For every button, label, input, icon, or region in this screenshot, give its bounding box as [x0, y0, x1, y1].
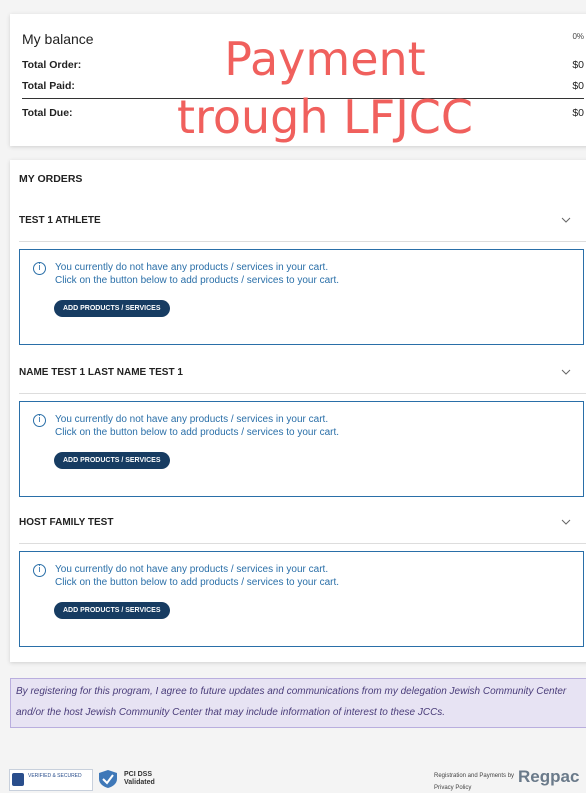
order-section-title[interactable]: TEST 1 ATHLETE	[19, 215, 101, 226]
total-order-label: Total Order:	[22, 59, 82, 71]
add-products-button[interactable]: ADD PRODUCTS / SERVICES	[54, 602, 170, 619]
my-orders-heading: MY ORDERS	[19, 173, 83, 185]
payment-overlay-text: Payment trough LFJCC	[150, 30, 500, 146]
empty-cart-notice: i You currently do not have any products…	[19, 401, 584, 497]
overlay-line-1: Payment	[224, 32, 426, 86]
info-icon: i	[33, 564, 46, 577]
info-icon: i	[33, 414, 46, 427]
order-section-title[interactable]: HOST FAMILY TEST	[19, 517, 113, 528]
pci-badge-text: PCI DSS Validated	[124, 771, 155, 787]
balance-percent: 0%	[572, 32, 584, 41]
pci-badge-line-1: PCI DSS	[124, 771, 153, 778]
registration-credit: Registration and Payments by	[434, 773, 515, 779]
pci-badge-line-2: Validated	[124, 779, 155, 786]
empty-cart-message: You currently do not have any products /…	[55, 564, 329, 575]
consent-line-1: By registering for this program, I agree…	[16, 686, 567, 697]
chevron-down-icon[interactable]	[561, 217, 571, 223]
my-orders-card: MY ORDERS TEST 1 ATHLETE i You currently…	[10, 160, 586, 662]
total-paid-value: $0	[572, 80, 584, 92]
add-products-button[interactable]: ADD PRODUCTS / SERVICES	[54, 452, 170, 469]
pci-shield-icon	[99, 770, 117, 788]
section-divider	[19, 241, 586, 242]
empty-cart-instruction: Click on the button below to add product…	[55, 275, 340, 286]
empty-cart-notice: i You currently do not have any products…	[19, 249, 584, 345]
chevron-down-icon[interactable]	[561, 519, 571, 525]
consent-notice: By registering for this program, I agree…	[10, 678, 586, 728]
pci-badge: PCI DSS Validated	[97, 769, 159, 789]
empty-cart-message: You currently do not have any products /…	[55, 414, 329, 425]
empty-cart-instruction: Click on the button below to add product…	[55, 577, 340, 588]
empty-cart-message: You currently do not have any products /…	[55, 262, 329, 273]
section-divider	[19, 393, 586, 394]
chevron-down-icon[interactable]	[561, 369, 571, 375]
total-due-label: Total Due:	[22, 107, 73, 119]
security-badge: VERIFIED & SECURED	[9, 769, 93, 791]
order-section-title[interactable]: NAME TEST 1 LAST NAME TEST 1	[19, 367, 183, 378]
section-divider	[19, 543, 586, 544]
consent-line-2: and/or the host Jewish Community Center …	[16, 707, 446, 718]
shield-icon	[12, 773, 24, 786]
overlay-line-2: trough LFJCC	[176, 90, 474, 144]
total-order-value: $0	[572, 59, 584, 71]
total-paid-label: Total Paid:	[22, 80, 75, 92]
balance-title: My balance	[22, 31, 94, 47]
info-icon: i	[33, 262, 46, 275]
footer-right: Registration and Payments by Privacy Pol…	[434, 767, 586, 793]
regpack-logo[interactable]: Regpac	[518, 767, 579, 787]
security-badge-text: VERIFIED & SECURED	[28, 773, 82, 779]
privacy-policy-link[interactable]: Privacy Policy	[434, 785, 471, 791]
empty-cart-instruction: Click on the button below to add product…	[55, 427, 340, 438]
total-due-value: $0	[572, 107, 584, 119]
empty-cart-notice: i You currently do not have any products…	[19, 551, 584, 647]
add-products-button[interactable]: ADD PRODUCTS / SERVICES	[54, 300, 170, 317]
